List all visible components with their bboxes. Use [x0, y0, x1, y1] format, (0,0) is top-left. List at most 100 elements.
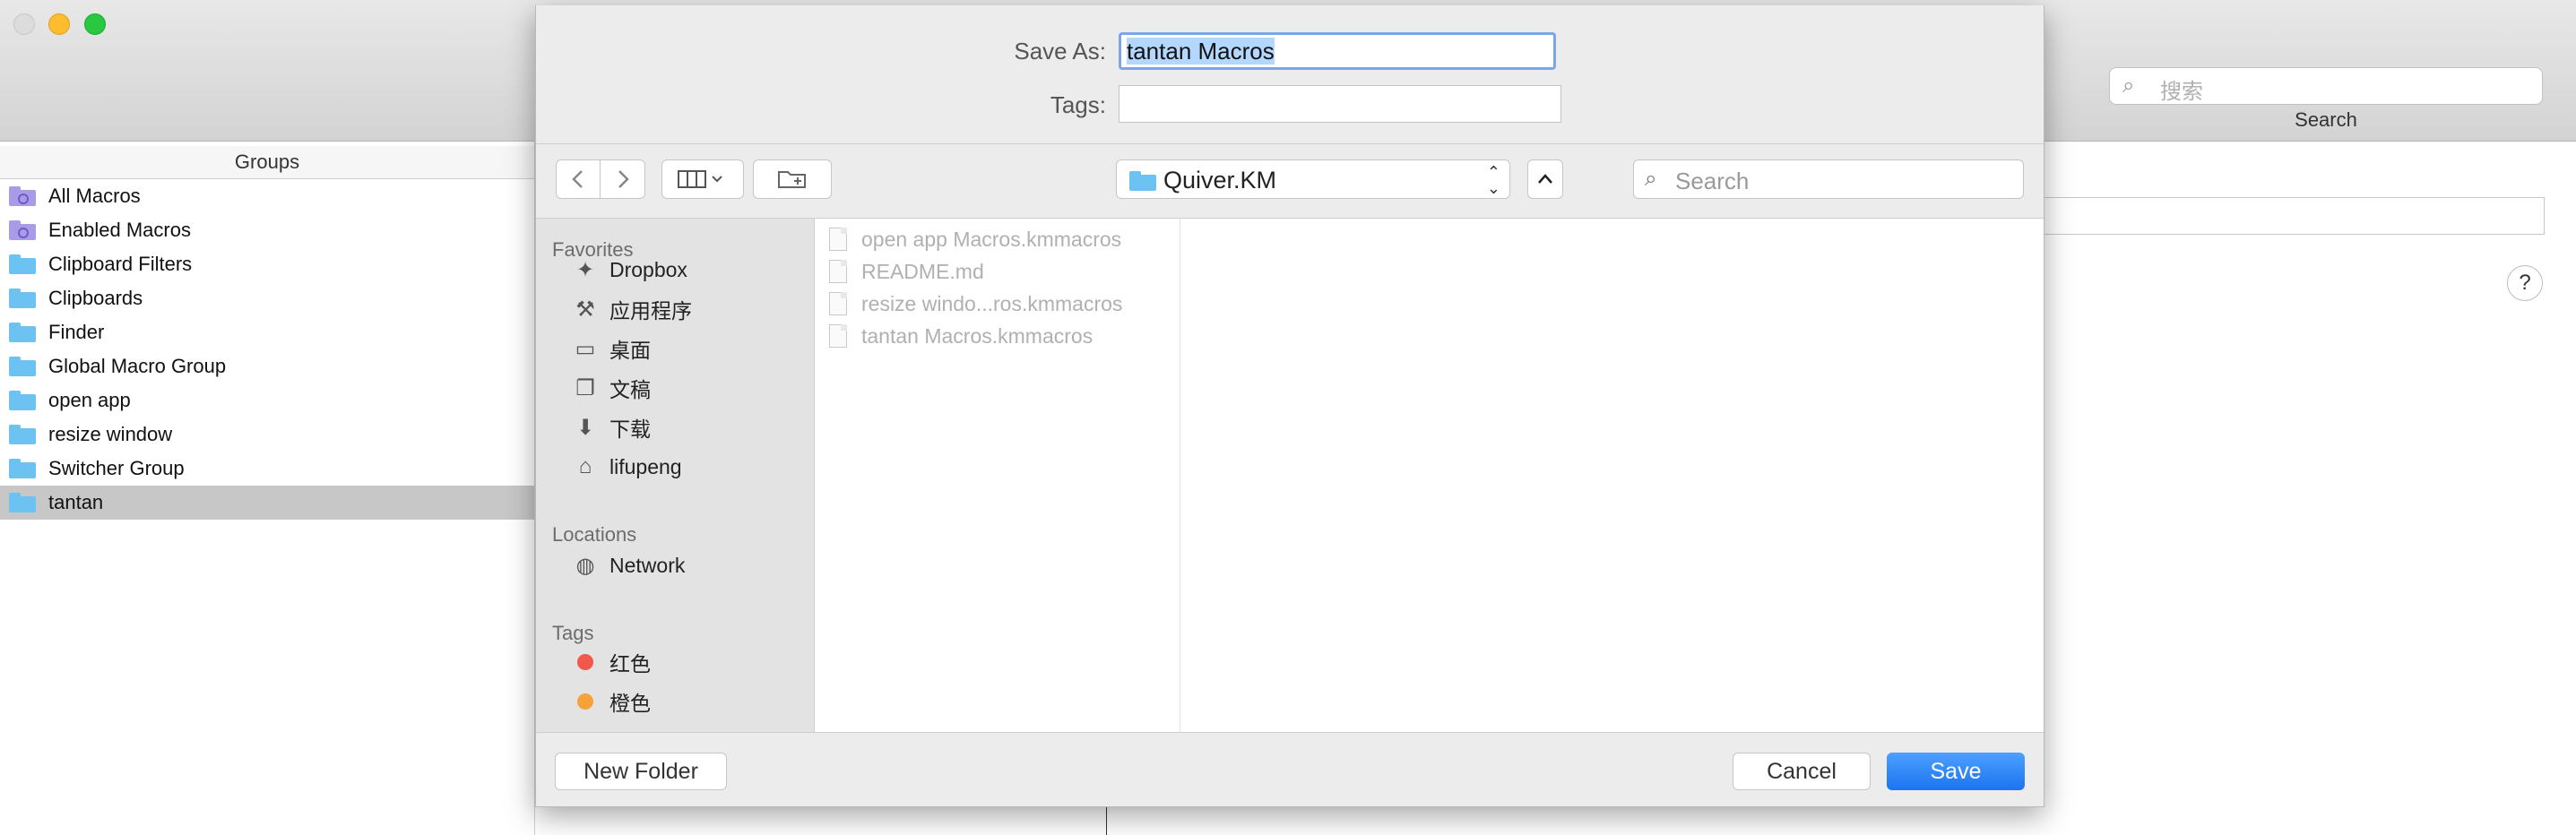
folder-icon	[1129, 171, 1156, 191]
sidebar-item-home[interactable]: ⌂ lifupeng	[570, 449, 682, 485]
group-label: Clipboards	[48, 287, 143, 309]
dropbox-icon: ✦	[575, 257, 595, 282]
group-item-resize-window[interactable]: resize window	[0, 418, 534, 452]
documents-icon: ❐	[575, 375, 595, 400]
sidebar-item-label: Dropbox	[609, 257, 687, 281]
cancel-button[interactable]: Cancel	[1733, 753, 1871, 790]
file-browser-column: open app Macros.kmmacros README.md resiz…	[815, 219, 1180, 732]
group-label: Switcher Group	[48, 457, 185, 479]
dialog-search-placeholder: Search	[1675, 168, 1750, 194]
divider	[536, 143, 2044, 144]
sidebar-item-documents[interactable]: ❐ 文稿	[570, 370, 651, 406]
sidebar-item-label: 红色	[609, 652, 651, 676]
document-icon	[829, 324, 847, 348]
sidebar-item-label: lifupeng	[609, 454, 682, 478]
orange-tag-dot-icon	[577, 693, 593, 710]
save-as-label: Save As:	[1014, 38, 1106, 65]
document-icon	[829, 292, 847, 315]
file-item[interactable]: README.md	[829, 256, 984, 287]
close-window-button[interactable]	[13, 13, 35, 35]
group-item-global-macro-group[interactable]: Global Macro Group	[0, 349, 534, 383]
network-icon: ◍	[575, 553, 595, 578]
group-item-tantan[interactable]: tantan	[0, 486, 534, 520]
expand-collapse-button[interactable]	[1527, 159, 1563, 199]
group-item-all-macros[interactable]: All Macros	[0, 179, 534, 213]
tags-header: Tags	[552, 622, 594, 644]
new-folder-button[interactable]: New Folder	[555, 753, 727, 790]
document-icon	[829, 260, 847, 283]
group-label: All Macros	[48, 185, 141, 207]
locations-header: Locations	[552, 523, 637, 546]
folder-icon	[9, 459, 36, 478]
home-icon: ⌂	[578, 454, 592, 478]
forward-button[interactable]	[601, 159, 645, 199]
sidebar-item-downloads[interactable]: ⬇ 下载	[570, 409, 651, 445]
groups-list: All Macros Enabled Macros Clipboard Filt…	[0, 179, 534, 520]
downloads-icon: ⬇	[575, 415, 595, 440]
sidebar-tag-red[interactable]: 红色	[570, 644, 651, 680]
group-item-switcher-group[interactable]: Switcher Group	[0, 452, 534, 486]
sidebar-tag-yellow[interactable]: 黄色	[570, 723, 651, 732]
group-label: resize window	[48, 423, 173, 445]
red-tag-dot-icon	[577, 654, 593, 670]
folder-icon	[9, 323, 36, 342]
sidebar-tag-orange[interactable]: 橙色	[570, 684, 651, 719]
groups-column-header[interactable]: Groups	[0, 146, 534, 179]
folder-icon	[9, 254, 36, 274]
location-label: Quiver.KM	[1163, 167, 1277, 194]
search-icon: ⌕	[1645, 167, 1657, 191]
finder-sidebar: Favorites ✦ Dropbox ⚒ 应用程序 ▭ 桌面 ❐ 文稿 ⬇ 下…	[536, 219, 815, 732]
dialog-search-field[interactable]: ⌕ Search	[1633, 159, 2024, 199]
new-folder-icon-button[interactable]	[753, 159, 832, 199]
sidebar-item-label: Network	[609, 553, 686, 577]
save-as-field[interactable]: tantan Macros	[1119, 32, 1556, 70]
file-name: tantan Macros.kmmacros	[861, 323, 1094, 348]
sidebar-item-applications[interactable]: ⚒ 应用程序	[570, 291, 692, 327]
save-button[interactable]: Save	[1887, 753, 2025, 790]
sidebar-item-label: 桌面	[609, 339, 651, 362]
chevron-right-icon	[618, 170, 629, 188]
sidebar-item-dropbox[interactable]: ✦ Dropbox	[570, 252, 687, 288]
save-as-value: tantan Macros	[1127, 38, 1275, 65]
location-popup[interactable]: Quiver.KM ⌃ ⌄	[1116, 159, 1510, 199]
group-label: Global Macro Group	[48, 355, 227, 377]
sidebar-item-label: 下载	[609, 418, 651, 441]
updown-chevron-icon: ⌃ ⌄	[1486, 163, 1500, 197]
back-button[interactable]	[556, 159, 601, 199]
group-item-enabled-macros[interactable]: Enabled Macros	[0, 213, 534, 247]
group-item-clipboard-filters[interactable]: Clipboard Filters	[0, 247, 534, 281]
tags-label: Tags:	[1050, 91, 1106, 118]
chevron-left-icon	[572, 170, 583, 188]
zoom-window-button[interactable]	[84, 13, 106, 35]
file-name: open app Macros.kmmacros	[861, 227, 1122, 251]
applications-icon: ⚒	[575, 297, 595, 322]
smart-group-icon	[9, 186, 36, 206]
macro-name-field[interactable]	[2044, 197, 2545, 235]
folder-icon	[9, 493, 36, 512]
folder-icon	[9, 425, 36, 444]
group-label: tantan	[48, 491, 104, 513]
group-item-open-app[interactable]: open app	[0, 383, 534, 418]
help-button[interactable]: ?	[2507, 265, 2543, 301]
sidebar-item-network[interactable]: ◍ Network	[570, 547, 686, 583]
group-label: Clipboard Filters	[48, 253, 193, 275]
sidebar-item-label: 文稿	[609, 378, 651, 401]
sidebar-item-label: 应用程序	[609, 299, 692, 323]
file-name: resize windo...ros.kmmacros	[861, 291, 1123, 315]
file-item[interactable]: open app Macros.kmmacros	[829, 224, 1121, 254]
smart-group-icon	[9, 220, 36, 240]
file-item[interactable]: resize windo...ros.kmmacros	[829, 288, 1122, 319]
file-item[interactable]: tantan Macros.kmmacros	[829, 321, 1093, 351]
view-mode-button[interactable]	[661, 159, 744, 199]
group-item-finder[interactable]: Finder	[0, 315, 534, 349]
tags-field[interactable]	[1119, 85, 1561, 123]
macro-search-field[interactable]: ⌕ 搜索	[2109, 67, 2543, 105]
folder-icon	[9, 357, 36, 376]
new-folder-icon	[778, 171, 806, 188]
sidebar-item-label: 橙色	[609, 692, 651, 715]
group-item-clipboards[interactable]: Clipboards	[0, 281, 534, 315]
group-label: open app	[48, 389, 131, 411]
minimize-window-button[interactable]	[48, 13, 70, 35]
folder-icon	[9, 288, 36, 308]
sidebar-item-desktop[interactable]: ▭ 桌面	[570, 331, 651, 366]
